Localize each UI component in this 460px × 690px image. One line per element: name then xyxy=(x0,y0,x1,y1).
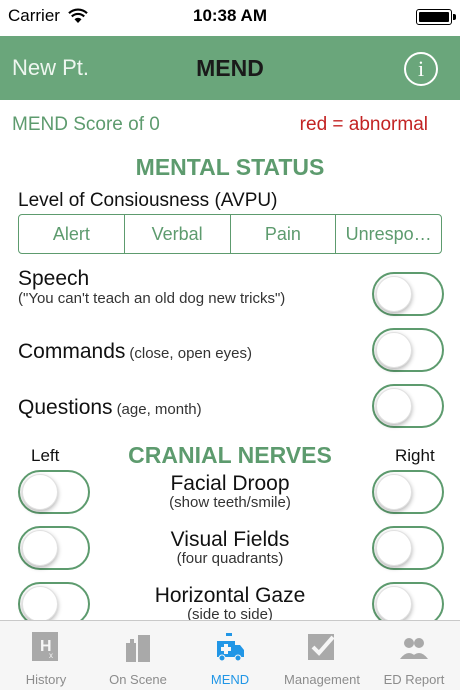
horizontal-gaze-label: Horizontal Gaze xyxy=(154,584,306,607)
visual-fields-hint: (four quadrants) xyxy=(176,550,284,567)
visual-fields-right-toggle[interactable] xyxy=(372,526,444,570)
horizontal-gaze-hint: (side to side) xyxy=(187,606,273,621)
tab-management-label: Management xyxy=(284,672,360,687)
speech-toggle[interactable] xyxy=(372,272,444,316)
info-icon[interactable]: i xyxy=(404,52,438,86)
toggle-knob xyxy=(376,474,412,510)
toggle-knob xyxy=(376,332,412,368)
questions-toggle[interactable] xyxy=(372,384,444,428)
toggle-knob xyxy=(22,474,58,510)
facial-droop-label: Facial Droop xyxy=(170,472,290,495)
commands-hint: (close, open eyes) xyxy=(129,345,252,362)
visual-fields-label: Visual Fields xyxy=(170,528,290,551)
visual-fields-item: Visual Fields (four quadrants) xyxy=(130,529,330,567)
tab-history[interactable]: H x History xyxy=(0,621,92,690)
toggle-knob xyxy=(22,530,58,566)
ambulance-icon xyxy=(217,633,244,662)
tab-ed-report-label: ED Report xyxy=(383,672,445,687)
speech-label: Speech xyxy=(18,267,90,290)
toggle-knob xyxy=(376,586,412,620)
mend-screen: Carrier 10:38 AM New Pt. MEND i MEND Sco… xyxy=(0,0,460,690)
tab-mend-label: MEND xyxy=(210,672,250,687)
page-title: MEND xyxy=(196,55,264,81)
battery-icon xyxy=(416,9,456,25)
tab-on-scene-label: On Scene xyxy=(109,672,167,687)
nav-bar: New Pt. MEND i xyxy=(0,36,460,100)
horizontal-gaze-right-toggle[interactable] xyxy=(372,582,444,620)
status-bar: Carrier 10:38 AM xyxy=(0,0,460,36)
facial-droop-right-toggle[interactable] xyxy=(372,470,444,514)
history-icon: H x xyxy=(32,632,58,661)
mend-score: MEND Score of 0 xyxy=(12,114,160,135)
avpu-alert[interactable]: Alert xyxy=(19,215,124,253)
tab-bar: H x History On Scene MEND Management ED … xyxy=(0,620,460,690)
facial-droop-left-toggle[interactable] xyxy=(18,470,90,514)
horizontal-gaze-left-toggle[interactable] xyxy=(18,582,90,620)
tab-on-scene[interactable]: On Scene xyxy=(92,621,184,690)
avpu-segmented-control: Alert Verbal Pain Unrespo… xyxy=(18,214,442,254)
abnormal-legend: red = abnormal xyxy=(299,114,428,135)
visual-fields-left-toggle[interactable] xyxy=(18,526,90,570)
avpu-verbal[interactable]: Verbal xyxy=(123,215,230,253)
horizontal-gaze-item: Horizontal Gaze (side to side) xyxy=(130,584,330,621)
facial-droop-hint: (show teeth/smile) xyxy=(169,494,291,511)
toggle-knob xyxy=(376,388,412,424)
questions-row: Questions (age, month) xyxy=(18,396,202,420)
svg-text:x: x xyxy=(49,651,53,660)
toggle-knob xyxy=(376,530,412,566)
questions-label: Questions xyxy=(18,396,113,419)
checkbox-icon xyxy=(308,634,335,660)
tab-mend[interactable]: MEND xyxy=(184,621,276,690)
tab-ed-report[interactable]: ED Report xyxy=(368,621,460,690)
commands-toggle[interactable] xyxy=(372,328,444,372)
toggle-knob xyxy=(376,276,412,312)
toggle-knob xyxy=(22,586,58,620)
tab-management[interactable]: Management xyxy=(276,621,368,690)
buildings-icon xyxy=(126,635,150,662)
speech-row: Speech ("You can't teach an old dog new … xyxy=(18,268,285,308)
facial-droop-item: Facial Droop (show teeth/smile) xyxy=(130,473,330,511)
loc-label: Level of Consiousness (AVPU) xyxy=(18,190,278,211)
right-column-label: Right xyxy=(395,446,435,465)
questions-hint: (age, month) xyxy=(116,401,202,418)
commands-row: Commands (close, open eyes) xyxy=(18,340,252,364)
clock: 10:38 AM xyxy=(192,6,267,25)
cranial-nerves-heading: CRANIAL NERVES xyxy=(128,442,332,468)
people-icon xyxy=(400,638,428,659)
commands-label: Commands xyxy=(18,340,126,363)
mental-status-heading: MENTAL STATUS xyxy=(135,154,325,180)
tab-history-label: History xyxy=(25,672,67,687)
avpu-unresponsive[interactable]: Unrespo… xyxy=(335,215,441,253)
avpu-pain[interactable]: Pain xyxy=(229,215,336,253)
speech-hint: ("You can't teach an old dog new tricks"… xyxy=(18,290,286,307)
mend-form[interactable]: MEND Score of 0 red = abnormal MENTAL ST… xyxy=(0,100,460,620)
